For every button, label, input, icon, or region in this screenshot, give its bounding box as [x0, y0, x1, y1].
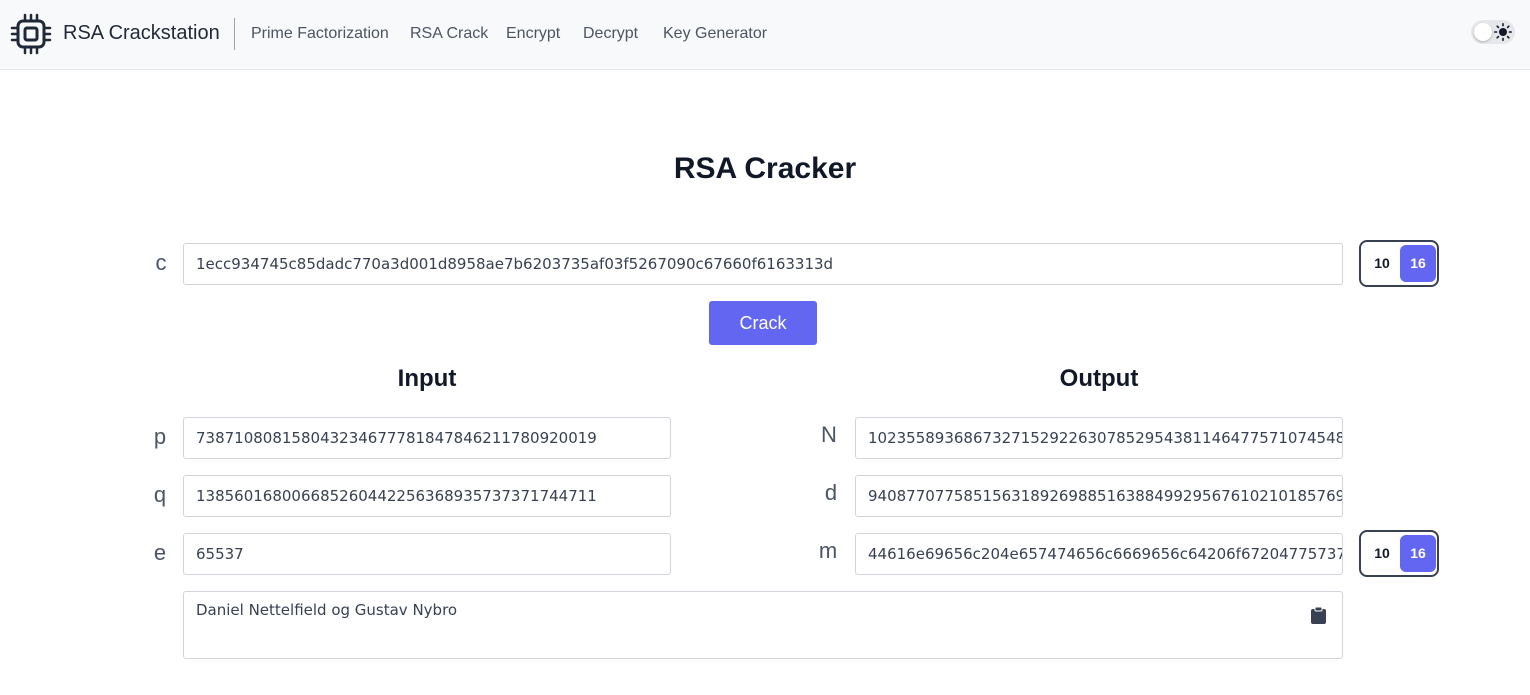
nav-divider — [234, 18, 235, 50]
brand-name[interactable]: RSA Crackstation — [63, 22, 220, 45]
cpu-chip-icon[interactable] — [10, 13, 52, 55]
radix-16-button[interactable]: 16 — [1400, 245, 1436, 282]
n-label: N — [821, 422, 837, 447]
d-label: d — [824, 480, 838, 505]
radix-16-button[interactable]: 16 — [1400, 535, 1436, 572]
nav-encrypt[interactable]: Encrypt — [506, 25, 560, 43]
m-output[interactable]: 44616e69656c204e657474656c6669656c64206f… — [855, 533, 1343, 575]
clipboard-icon[interactable] — [1310, 606, 1327, 624]
e-input[interactable]: 65537 — [183, 533, 671, 575]
p-label: p — [153, 424, 167, 449]
cipher-label: c — [155, 250, 167, 275]
input-heading: Input — [397, 365, 457, 392]
nav-rsa-crack[interactable]: RSA Crack — [410, 25, 488, 43]
q-input[interactable]: 1385601680066852604422563689357373717447… — [183, 475, 671, 517]
toggle-knob — [1474, 23, 1492, 41]
nav-prime-factorization[interactable]: Prime Factorization — [251, 25, 389, 43]
output-heading: Output — [1059, 365, 1139, 392]
nav-decrypt[interactable]: Decrypt — [583, 25, 638, 43]
page-title: RSA Cracker — [673, 152, 857, 185]
theme-toggle[interactable] — [1471, 20, 1515, 44]
q-label: q — [153, 482, 167, 507]
message-radix-toggle: 10 16 — [1359, 530, 1439, 577]
decoded-message-textarea[interactable]: Daniel Nettelfield og Gustav Nybro — [183, 591, 1343, 659]
m-label: m — [818, 538, 838, 563]
radix-10-button[interactable]: 10 — [1364, 535, 1400, 572]
nav-key-generator[interactable]: Key Generator — [663, 25, 767, 43]
d-output[interactable]: 9408770775851563189269885163884992956761… — [855, 475, 1343, 517]
n-output[interactable]: 1023558936867327152922630785295438114647… — [855, 417, 1343, 459]
e-label: e — [153, 540, 167, 565]
navbar: RSA Crackstation Prime Factorization RSA… — [0, 0, 1530, 70]
cipher-input[interactable]: 1ecc934745c85dadc770a3d001d8958ae7b62037… — [183, 243, 1343, 285]
cipher-radix-toggle: 10 16 — [1359, 240, 1439, 287]
p-input[interactable]: 7387108081580432346777818478462117809200… — [183, 417, 671, 459]
crack-button[interactable]: Crack — [709, 301, 817, 345]
radix-10-button[interactable]: 10 — [1364, 245, 1400, 282]
sun-icon — [1494, 23, 1512, 41]
